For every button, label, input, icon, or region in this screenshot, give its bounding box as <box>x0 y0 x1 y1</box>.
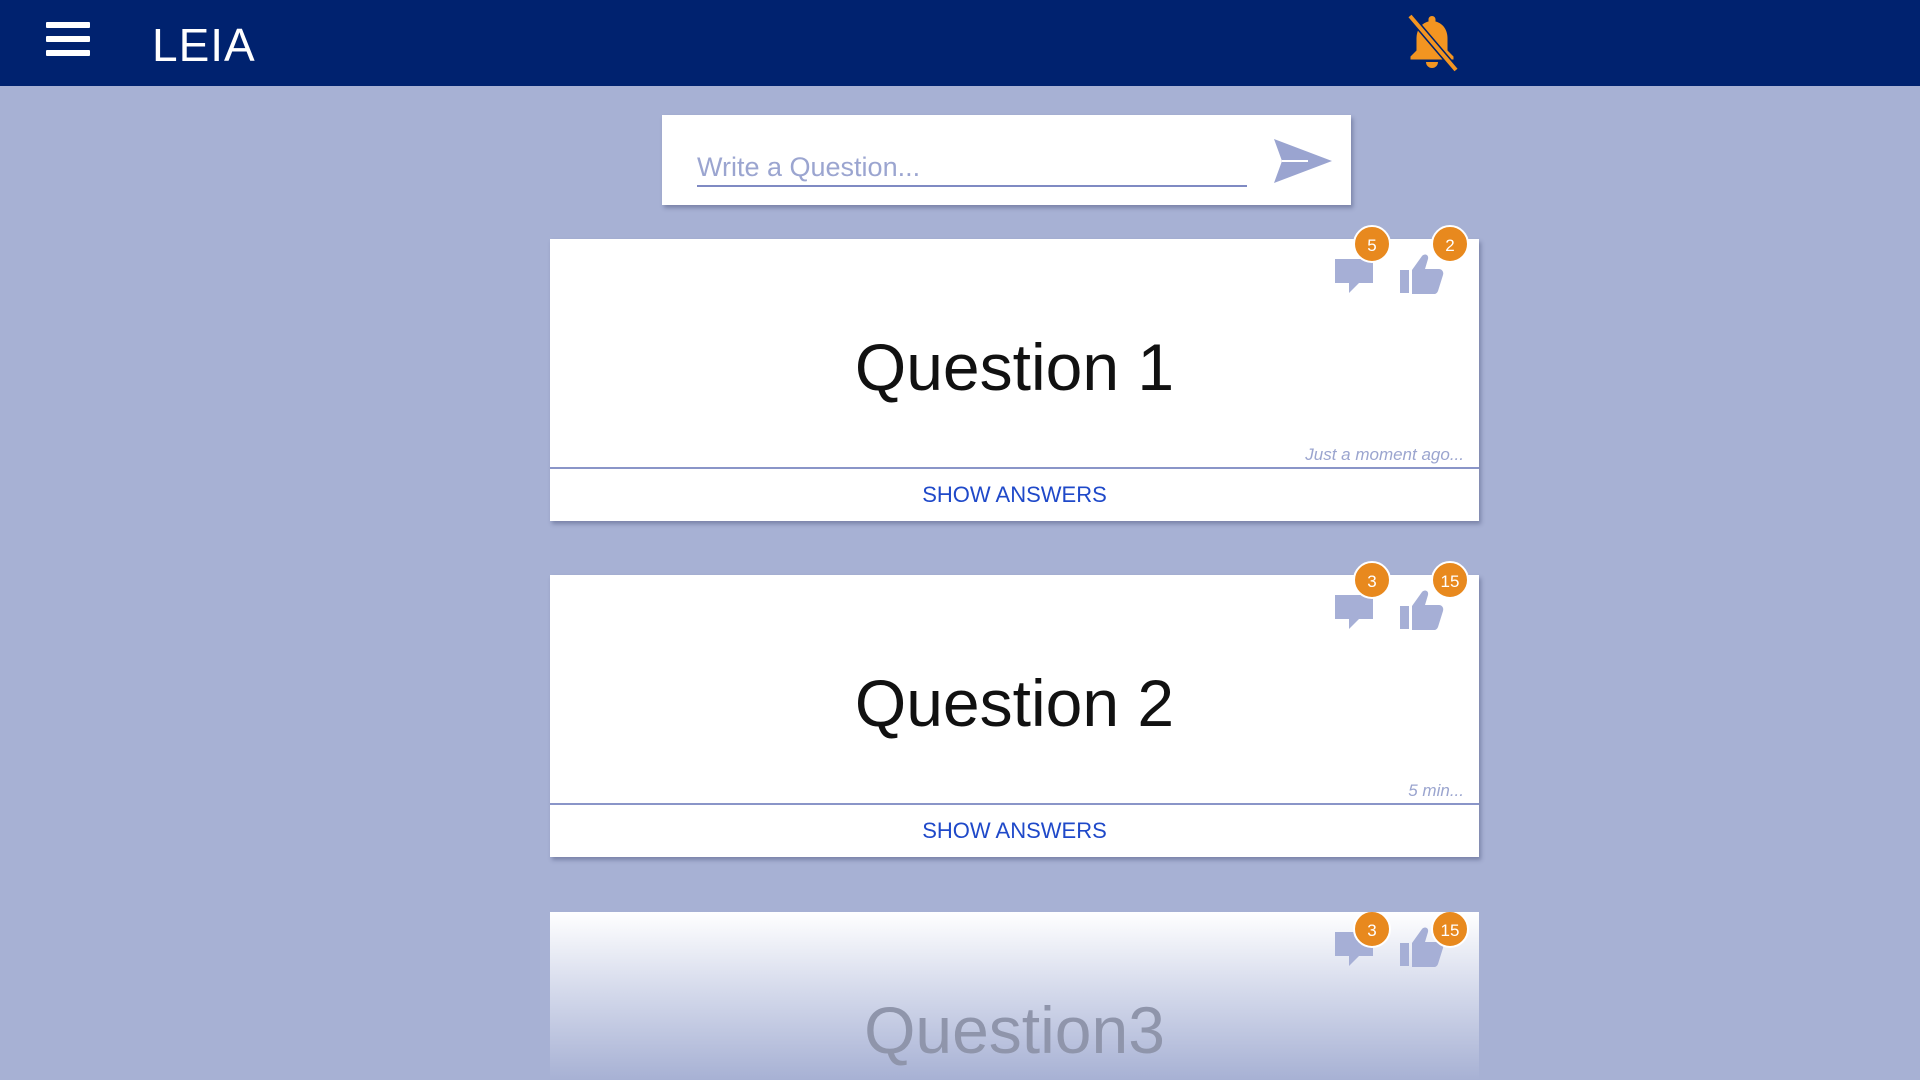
hamburger-menu-icon[interactable] <box>44 22 92 58</box>
show-answers-button[interactable]: SHOW ANSWERS <box>550 805 1479 857</box>
question-card: 3 15 Question 2 5 min... SHOW ANSWERS <box>550 561 1479 857</box>
question-card-body: 5 2 Question 1 Just a moment ago... <box>550 225 1479 469</box>
question-title: Question 1 <box>854 330 1175 404</box>
show-answers-button[interactable]: SHOW ANSWERS <box>550 469 1479 521</box>
question-input[interactable] <box>697 149 1247 187</box>
question-card: 5 2 Question 1 Just a moment ago... SHOW… <box>550 225 1479 521</box>
send-icon[interactable] <box>1268 133 1338 189</box>
question-timestamp: 5 min... <box>1408 781 1464 800</box>
question-title: Question3 <box>864 993 1165 1067</box>
like-count-badge: 15 <box>1431 561 1469 599</box>
app-title: LEIA <box>152 19 256 71</box>
question-composer <box>662 115 1351 205</box>
question-timestamp: Just a moment ago... <box>1305 445 1464 464</box>
question-title: Question 2 <box>854 666 1175 740</box>
top-app-bar: LEIA <box>0 0 1920 86</box>
comment-count-badge: 5 <box>1353 225 1391 263</box>
like-count-badge: 2 <box>1431 225 1469 263</box>
question-card: 3 15 Question3 <box>550 912 1479 1080</box>
bell-off-icon[interactable] <box>1400 10 1464 74</box>
question-card-body: 3 15 Question 2 5 min... <box>550 561 1479 805</box>
comment-count-badge: 3 <box>1353 561 1391 599</box>
